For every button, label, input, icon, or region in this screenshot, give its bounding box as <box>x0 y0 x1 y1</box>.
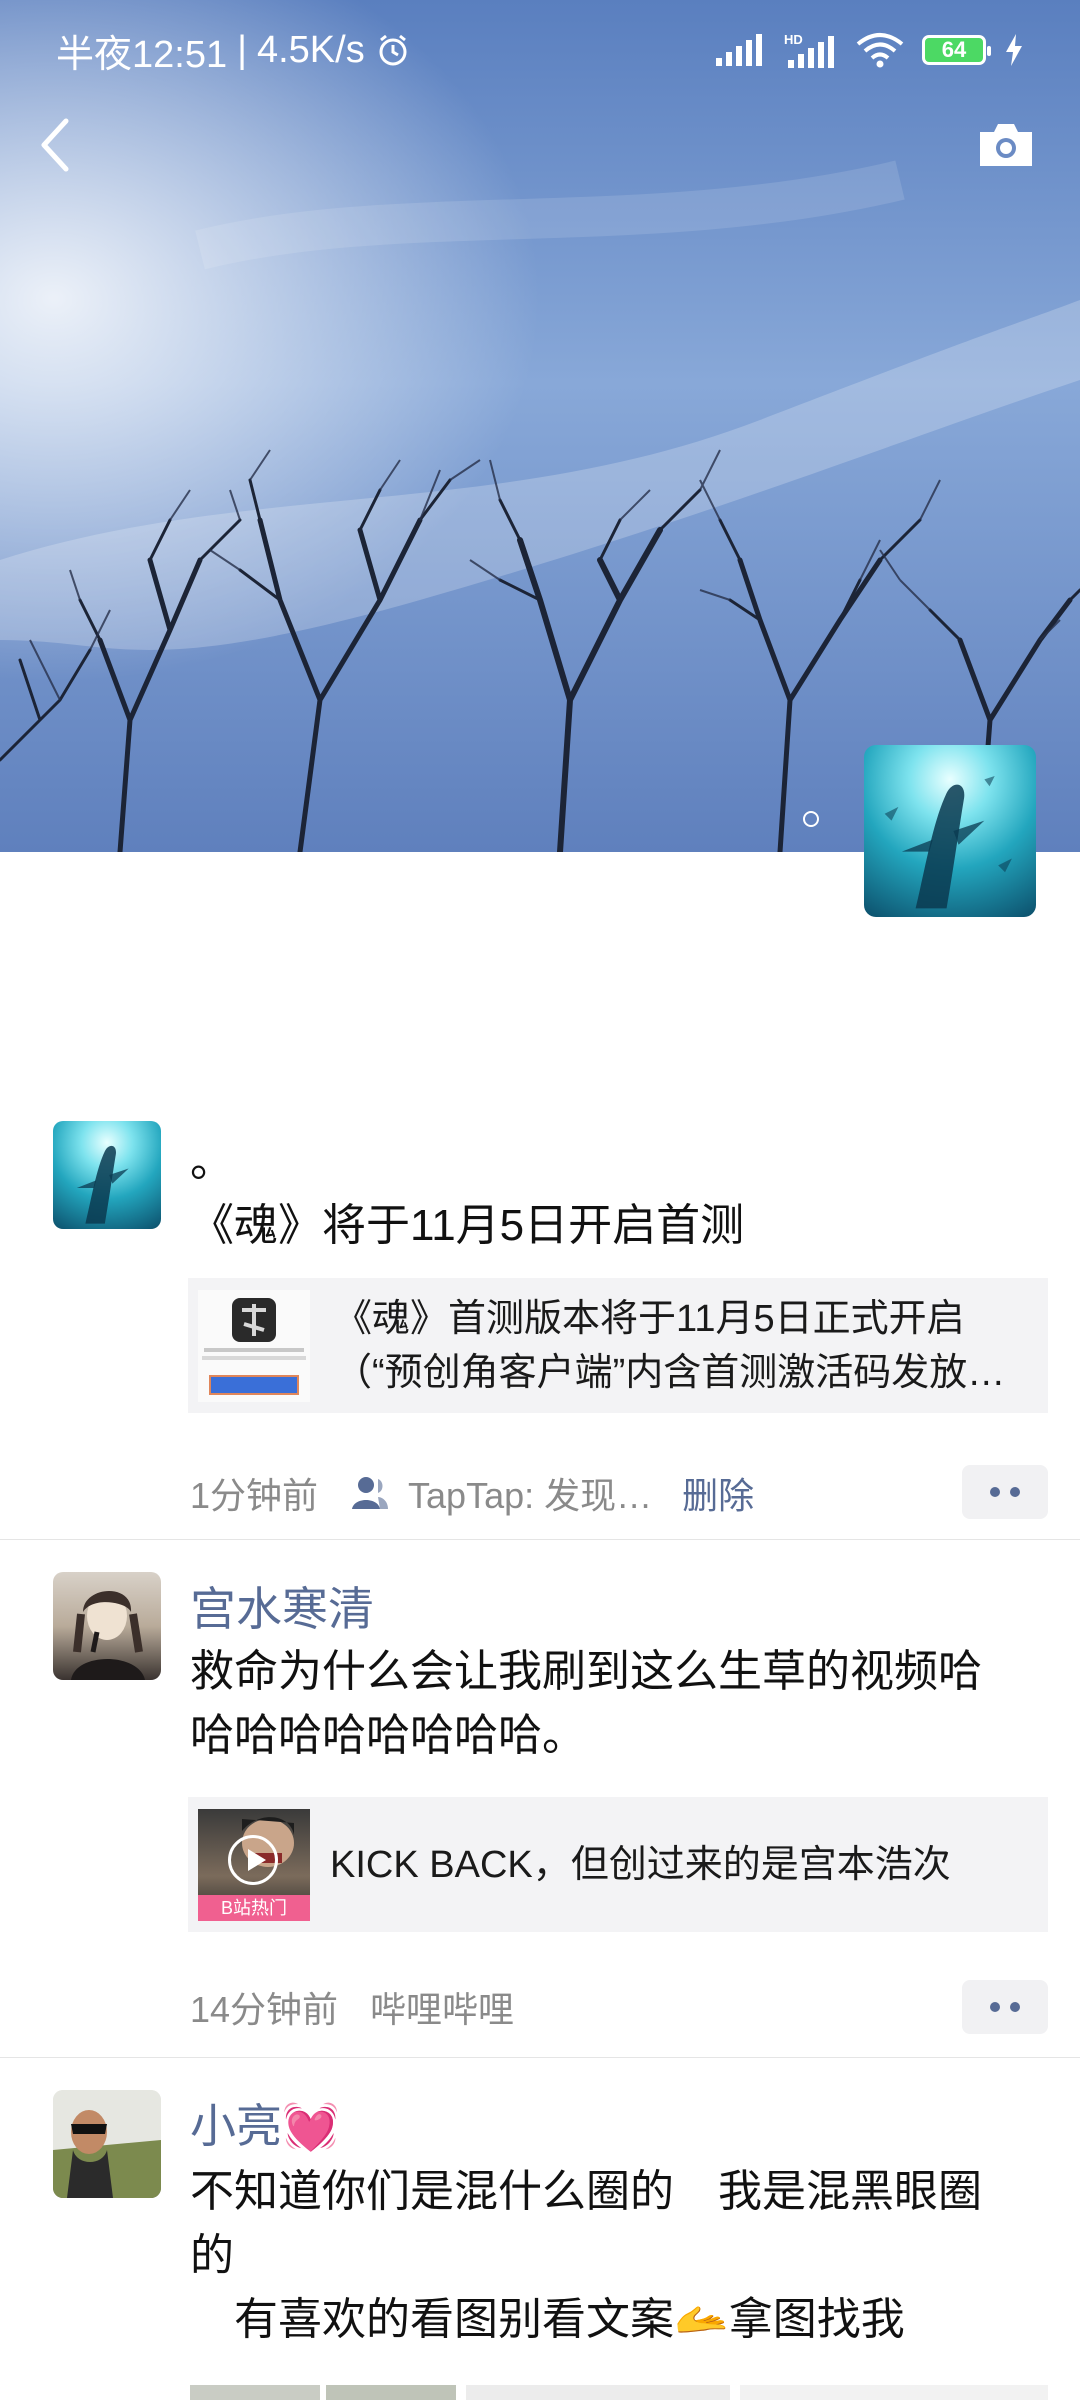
post-image-thumbnail[interactable] <box>190 2385 320 2400</box>
post-text-line: 不知道你们是混什么圈的 我是混黑眼圈 <box>190 2167 982 2216</box>
video-thumbnail: B站热门 <box>198 1808 310 1921</box>
video-title: KICK BACK，但创过来的是宫本浩次 <box>330 1843 951 1886</box>
battery-level: 64 <box>941 37 967 62</box>
shared-link-card[interactable]: 《魂》首测版本将于11月5日正式开启 （“预创角客户端”内含首测激活码发放… <box>188 1278 1048 1413</box>
dot-icon <box>1010 2002 1020 2012</box>
sky-trees-illustration <box>0 0 1080 852</box>
post-text: 。 《魂》将于11月5日开启首测 <box>190 1130 1030 1258</box>
post-author[interactable]: 宫水寒清 <box>190 1573 374 1639</box>
delete-link[interactable]: 删除 <box>682 1467 754 1519</box>
more-options-button[interactable] <box>962 1980 1048 2034</box>
character-illustration <box>71 1590 145 1680</box>
profile-avatar[interactable] <box>864 745 1036 917</box>
link-title: 《魂》首测版本将于11月5日正式开启 <box>334 1297 965 1340</box>
link-text-block: 《魂》首测版本将于11月5日正式开启 （“预创角客户端”内含首测激活码发放… <box>310 1292 1014 1400</box>
bilibili-hot-badge: B站热门 <box>198 1894 310 1921</box>
dot-icon <box>990 2002 1000 2012</box>
post-time: 1分钟前 <box>190 1475 319 1516</box>
game-icon <box>202 1297 306 1395</box>
page-indicator-dot <box>803 811 819 827</box>
post-avatar[interactable] <box>53 2090 161 2198</box>
whale-illustration <box>884 775 1012 909</box>
post-text-line: 哈哈哈哈哈哈哈哈。 <box>190 1711 586 1760</box>
link-thumbnail <box>198 1289 310 1402</box>
divider <box>0 2057 1080 2058</box>
network-speed: 4.5K/s <box>256 28 365 71</box>
post-author[interactable]: 小亮💓 <box>190 2090 339 2156</box>
post-image-thumbnail[interactable] <box>466 2385 730 2400</box>
post-source[interactable]: 哔哩哔哩 <box>370 1981 514 2033</box>
battery-indicator: 64 <box>922 35 991 65</box>
signal-icon <box>716 34 762 66</box>
shared-video-card[interactable]: B站热门 KICK BACK，但创过来的是宫本浩次 <box>188 1797 1048 1932</box>
status-bar: 半夜12:51 | 4.5K/s HD 64 <box>0 0 1080 100</box>
post-text: 不知道你们是混什么圈的 我是混黑眼圈 的 有喜欢的看图别看文案🫴拿图找我 <box>190 2160 1030 2352</box>
post-image-thumbnail[interactable] <box>740 2385 1048 2400</box>
alarm-icon <box>379 34 407 66</box>
back-button[interactable] <box>36 115 76 175</box>
status-time: 半夜12:51 <box>56 33 228 76</box>
cover-image[interactable]: 半夜12:51 | 4.5K/s HD 64 <box>0 0 1080 852</box>
post-time: 14分钟前 <box>190 1989 339 2030</box>
whale-illustration <box>76 1145 129 1224</box>
post-meta: 1分钟前 TapTap: 发现… 删除 <box>190 1468 754 1518</box>
post-text: 救命为什么会让我刷到这么生草的视频哈 哈哈哈哈哈哈哈哈。 <box>190 1640 1030 1768</box>
visibility-icon[interactable] <box>348 1473 390 1513</box>
more-options-button[interactable] <box>962 1465 1048 1519</box>
camera-icon[interactable] <box>976 120 1036 170</box>
post-text-line: 有喜欢的看图别看文案🫴拿图找我 <box>190 2295 905 2344</box>
post-text-line: 的 <box>190 2231 234 2280</box>
wifi-icon <box>856 33 904 68</box>
post-text-line: 《魂》将于11月5日开启首测 <box>190 1201 745 1250</box>
post-text-line: 救命为什么会让我刷到这么生草的视频哈 <box>190 1647 982 1696</box>
post-avatar[interactable] <box>53 1572 161 1680</box>
post-image-thumbnail[interactable] <box>326 2385 456 2400</box>
dot-icon <box>1010 1487 1020 1497</box>
divider <box>0 1539 1080 1540</box>
person-photo <box>53 2090 161 2198</box>
svg-text:HD: HD <box>784 32 803 47</box>
link-subtitle: （“预创角客户端”内含首测激活码发放… <box>334 1351 1006 1394</box>
charging-icon <box>1006 34 1022 66</box>
dot-icon <box>990 1487 1000 1497</box>
post-source[interactable]: TapTap: 发现… <box>408 1467 652 1519</box>
post-text-line: 。 <box>190 1137 234 1186</box>
post-avatar-self[interactable] <box>53 1121 161 1229</box>
signal-hd-icon: HD <box>784 32 834 68</box>
post-meta: 14分钟前 哔哩哔哩 <box>190 1982 514 2032</box>
play-icon <box>228 1834 278 1885</box>
